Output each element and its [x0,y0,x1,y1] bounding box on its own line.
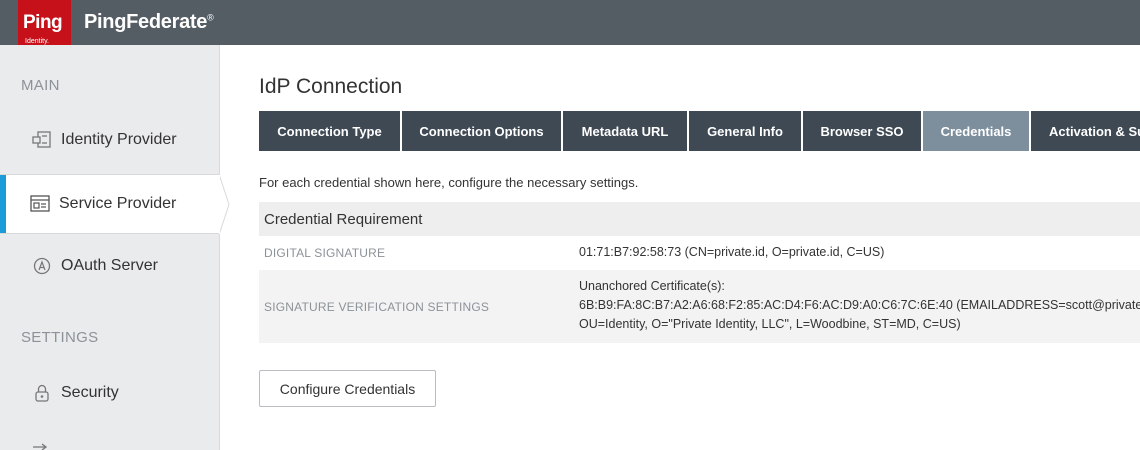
lock-icon [32,383,52,403]
credentials-table: Credential Requirement DIGITAL SIGNATURE… [259,202,1140,344]
sidebar-item-label: Identity Provider [61,131,177,148]
sidebar-section-settings: SETTINGS [21,329,99,346]
top-bar: Ping Identity. PingFederate® [0,0,1140,50]
row-key: SIGNATURE VERIFICATION SETTINGS [264,299,490,314]
row-value: 01:71:B7:92:58:73 (CN=private.id, O=priv… [579,245,885,259]
page-title: IdP Connection [259,75,403,98]
tab-connection-type[interactable]: Connection Type [259,111,400,151]
tab-metadata-url[interactable]: Metadata URL [563,111,687,151]
sidebar-item-label: Security [61,384,119,401]
value-line: Unanchored Certificate(s): [579,279,725,293]
sidebar-item-identity-provider[interactable]: Identity Provider [0,110,220,170]
sidebar-item-service-provider[interactable]: Service Provider [0,174,220,234]
logo-subtext: Identity. [25,38,49,45]
sidebar-item-security[interactable]: Security [0,363,220,423]
sidebar-section-main: MAIN [21,77,60,94]
table-row: DIGITAL SIGNATURE 01:71:B7:92:58:73 (CN=… [259,236,1140,270]
wizard-tabs: Connection Type Connection Options Metad… [259,111,1140,151]
service-provider-icon [30,194,50,214]
table-row: SIGNATURE VERIFICATION SETTINGS Unanchor… [259,270,1140,344]
identity-provider-icon [32,130,52,150]
product-name-text: PingFederate [84,11,208,33]
tab-connection-options[interactable]: Connection Options [402,111,561,151]
active-item-arrow [219,174,230,235]
row-key: DIGITAL SIGNATURE [264,245,386,260]
sidebar-item-oauth-server[interactable]: OAuth Server [0,236,220,296]
tab-general-info[interactable]: General Info [689,111,801,151]
sidebar-next-item-icon [32,443,48,450]
sidebar-item-label: Service Provider [59,195,177,212]
sidebar-item-label: OAuth Server [61,257,158,274]
logo-text: Ping [23,12,63,33]
tab-browser-sso[interactable]: Browser SSO [803,111,921,151]
intro-text: For each credential shown here, configur… [259,175,639,190]
product-name: PingFederate® [84,11,214,34]
tab-credentials[interactable]: Credentials [923,111,1029,151]
tab-activation-summary[interactable]: Activation & Summary [1031,111,1140,151]
ping-logo[interactable]: Ping Identity. [18,0,71,50]
value-line: OU=Identity, O="Private Identity, LLC", … [579,317,961,331]
row-value: Unanchored Certificate(s): 6B:B9:FA:8C:B… [579,270,1140,343]
registered-mark: ® [207,12,214,23]
configure-credentials-button[interactable]: Configure Credentials [259,370,436,407]
value-line: 6B:B9:FA:8C:B7:A2:A6:68:F2:85:AC:D4:F6:A… [579,298,1140,312]
oauth-icon [32,256,52,276]
table-header: Credential Requirement [259,202,1140,236]
sidebar: MAIN Identity Provider Service Provider … [0,45,220,450]
